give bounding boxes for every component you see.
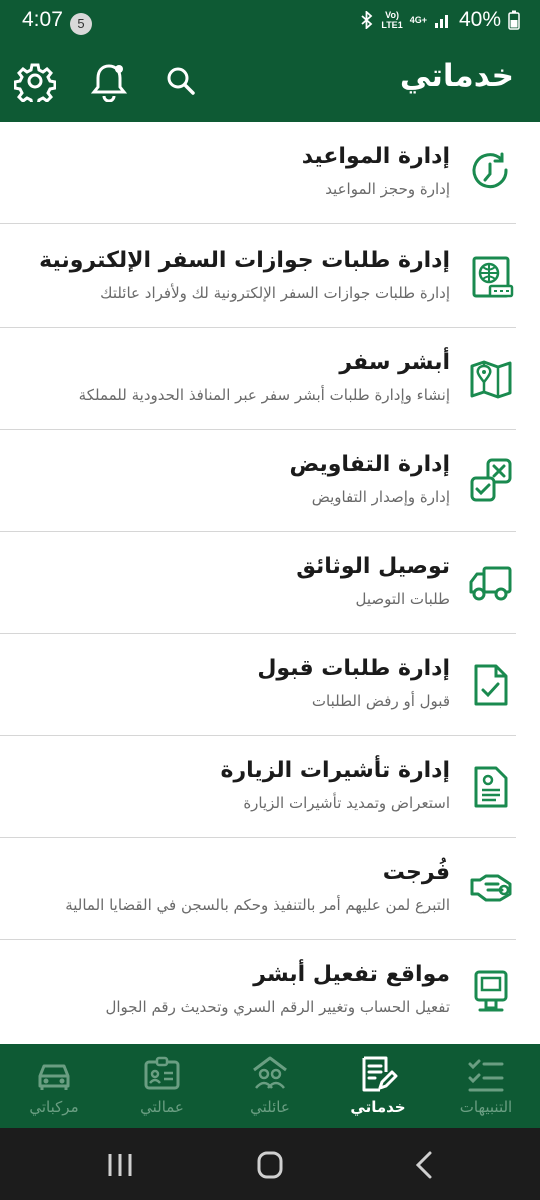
nav-label: خدماتي [350,1098,406,1116]
service-title: إدارة طلبات قبول [257,656,450,681]
status-indicators: Vo) LTE1 4G+ 40% [360,8,520,32]
nav-my-family[interactable]: عائلتي [220,1044,320,1128]
nav-notifications[interactable]: التنبيهات [436,1044,536,1128]
service-item-appointments[interactable]: إدارة المواعيد إدارة وحجز المواعيد [0,122,540,224]
service-title: أبشر سفر [339,350,450,375]
nav-label: التنبيهات [459,1098,513,1116]
service-item-passports[interactable]: إدارة طلبات جوازات السفر الإلكترونية إدا… [0,226,540,328]
nav-label: عائلتي [250,1098,290,1116]
services-edit-icon [362,1056,398,1092]
status-bar: 4:07 5 Vo) LTE1 4G+ 40% [0,0,540,40]
service-subtitle: استعراض وتمديد تأشيرات الزيارة [243,794,450,812]
service-subtitle: إدارة طلبات جوازات السفر الإلكترونية لك … [100,284,450,302]
kiosk-icon [474,970,508,1012]
id-card-icon [144,1056,180,1090]
recent-apps-icon[interactable] [100,1150,140,1180]
notification-count-badge: 5 [70,13,92,35]
service-title: إدارة تأشيرات الزيارة [220,758,450,783]
nav-my-services[interactable]: خدماتي [328,1044,428,1128]
service-subtitle: تفعيل الحساب وتغيير الرقم السري وتحديث ر… [105,998,450,1016]
service-title: إدارة المواعيد [301,144,450,169]
app-bar: خدماتي [0,40,540,122]
delegation-icon [470,458,512,502]
service-title: إدارة التفاويض [289,452,450,477]
family-icon [253,1056,287,1089]
service-subtitle: إنشاء وإدارة طلبات أبشر سفر عبر المنافذ … [78,386,450,404]
clock-refresh-icon [472,152,508,189]
car-icon [38,1064,70,1090]
status-time: 4:07 [22,8,63,31]
truck-icon [469,566,512,601]
map-icon [470,360,512,399]
service-subtitle: التبرع لمن عليهم أمر بالتنفيذ وحكم بالسج… [65,896,450,914]
service-item-acceptance-requests[interactable]: إدارة طلبات قبول قبول أو رفض الطلبات [0,634,540,736]
bluetooth-icon [361,11,373,29]
bottom-nav: مركباتي عمالتي عائلتي خدماتي التنبيهات [0,1044,540,1128]
service-item-furijat[interactable]: فُرجت التبرع لمن عليهم أمر بالتنفيذ وحكم… [0,838,540,940]
document-check-icon [474,664,508,706]
service-item-absher-travel[interactable]: أبشر سفر إنشاء وإدارة طلبات أبشر سفر عبر… [0,328,540,430]
service-item-visit-visas[interactable]: إدارة تأشيرات الزيارة استعراض وتمديد تأش… [0,736,540,838]
bell-icon[interactable] [88,60,130,103]
service-title: مواقع تفعيل أبشر [253,962,450,987]
service-item-activation-locations[interactable]: مواقع تفعيل أبشر تفعيل الحساب وتغيير الر… [0,940,540,1042]
service-subtitle: قبول أو رفض الطلبات [311,692,450,710]
visa-document-icon [474,766,508,808]
search-icon[interactable] [160,60,202,102]
page-title: خدماتي [399,58,514,94]
nav-label: عمالتي [140,1098,184,1116]
service-title: إدارة طلبات جوازات السفر الإلكترونية [39,248,450,273]
service-title: فُرجت [382,860,450,885]
service-subtitle: طلبات التوصيل [355,590,450,608]
home-icon[interactable] [250,1150,290,1180]
nav-my-workers[interactable]: عمالتي [112,1044,212,1128]
nav-my-vehicles[interactable]: مركباتي [4,1044,104,1128]
service-item-delegations[interactable]: إدارة التفاويض إدارة وإصدار التفاويض [0,430,540,532]
service-subtitle: إدارة وإصدار التفاويض [311,488,450,506]
service-subtitle: إدارة وحجز المواعيد [325,180,450,198]
service-title: توصيل الوثائق [296,554,450,579]
battery-percent: 40% [458,8,501,31]
nav-label: مركباتي [29,1098,79,1116]
back-icon[interactable] [404,1150,444,1180]
service-item-documents-delivery[interactable]: توصيل الوثائق طلبات التوصيل [0,532,540,634]
divider [0,223,516,224]
checklist-icon [468,1059,504,1092]
system-nav-bar [0,1128,540,1200]
volte-indicator: Vo) LTE1 [381,10,403,30]
battery-icon [508,10,520,30]
services-list: إدارة المواعيد إدارة وحجز المواعيد إدارة… [0,122,540,1044]
settings-icon[interactable] [13,60,57,107]
handshake-icon [470,874,512,902]
network-type: 4G+ [409,15,427,25]
signal-icon [434,15,448,28]
passport-icon [472,256,514,298]
